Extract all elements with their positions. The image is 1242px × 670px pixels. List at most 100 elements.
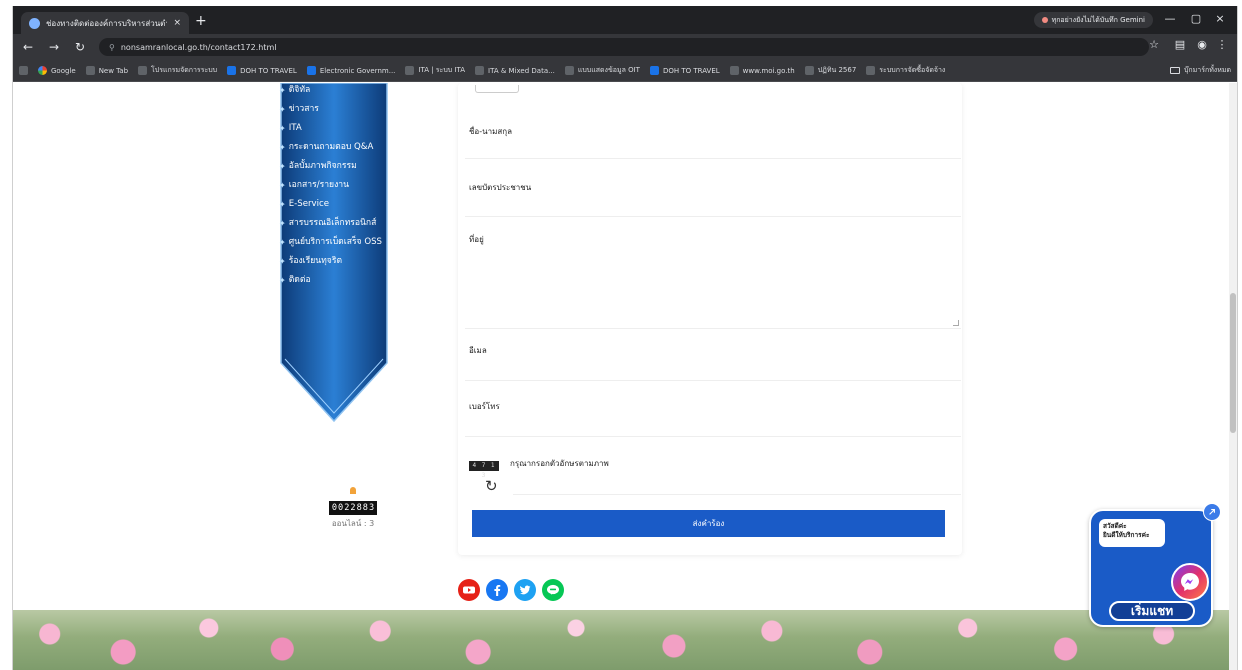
bookmark-icon bbox=[804, 66, 814, 75]
sidebar-item-complaint[interactable]: ✦ ร้องเรียนทุจริต bbox=[279, 256, 389, 267]
facebook-icon[interactable] bbox=[486, 579, 508, 601]
tab-title: ช่องทางติดต่อองค์การบริหารส่วนตำบล bbox=[46, 18, 168, 28]
tab-close-icon[interactable]: × bbox=[173, 18, 181, 28]
captcha-image: 4 7 1 3 bbox=[469, 461, 499, 479]
browser-toolbar: ← → ↻ ⚲ nonsamranlocal.go.th/contact172.… bbox=[13, 34, 1237, 60]
bookmark-item[interactable]: New Tab bbox=[85, 66, 128, 75]
id-card-input[interactable] bbox=[465, 195, 961, 217]
chat-greeting-bubble: สวัสดีค่ะ ยินดีให้บริการค่ะ bbox=[1099, 519, 1165, 547]
bookmark-item[interactable]: Google bbox=[38, 66, 76, 75]
bookmark-item[interactable]: ITA & Mixed Data... bbox=[475, 66, 555, 75]
diamond-bullet-icon: ✦ bbox=[279, 238, 286, 247]
id-card-label: เลขบัตรประชาชน bbox=[469, 183, 532, 192]
diamond-bullet-icon: ✦ bbox=[279, 276, 286, 285]
bookmark-item[interactable]: แบบแสดงข้อมูล OIT bbox=[564, 65, 640, 76]
sidebar-item-qa[interactable]: ✦ กระดานถามตอบ Q&A bbox=[279, 142, 389, 153]
scrollbar-thumb[interactable] bbox=[1230, 293, 1236, 433]
chat-minimize-button[interactable] bbox=[1203, 503, 1221, 521]
sidebar-item-news[interactable]: ✦ ข่าวสาร bbox=[279, 104, 389, 115]
bookmark-star-icon[interactable]: ☆ bbox=[1145, 38, 1163, 51]
bookmark-item[interactable]: Electronic Governm... bbox=[306, 66, 395, 75]
diamond-bullet-icon: ✦ bbox=[279, 162, 286, 171]
bookmark-icon bbox=[475, 66, 485, 75]
bookmark-item[interactable]: www.moi.go.th bbox=[729, 66, 795, 75]
phone-input[interactable] bbox=[465, 415, 961, 437]
bookmark-item[interactable]: โปรแกรมจัดการระบบ bbox=[138, 65, 217, 76]
side-panel-icon[interactable]: ▤ bbox=[1171, 38, 1189, 51]
diamond-bullet-icon: ✦ bbox=[279, 200, 286, 209]
diamond-bullet-icon: ✦ bbox=[279, 105, 286, 114]
counter-digits: 0 0 2 2 8 8 3 bbox=[328, 501, 378, 515]
profile-icon[interactable]: ◉ bbox=[1193, 38, 1211, 51]
folder-icon bbox=[1169, 67, 1180, 74]
back-arrow-icon[interactable]: ← bbox=[21, 40, 35, 54]
online-count: ออนไลน์ : 3 bbox=[331, 519, 375, 528]
address-textarea[interactable] bbox=[465, 249, 961, 329]
sidebar-item-contact[interactable]: ✦ ติดต่อ bbox=[279, 275, 389, 286]
address-bar[interactable]: ⚲ nonsamranlocal.go.th/contact172.html bbox=[99, 38, 1149, 56]
gemini-dot-icon bbox=[1041, 17, 1048, 23]
gemini-pill-label: ทุกอย่างยังไม่ได้บันทึก Gemini bbox=[1051, 16, 1145, 24]
bookmark-icon bbox=[138, 66, 148, 75]
bookmark-icon bbox=[85, 66, 95, 75]
minimize-button[interactable]: — bbox=[1159, 10, 1181, 28]
all-bookmarks-button[interactable]: บุ๊กมาร์กทั้งหมด bbox=[1169, 65, 1231, 76]
sidebar-item-eservice[interactable]: ✦ E-Service bbox=[279, 199, 389, 210]
address-url: nonsamranlocal.go.th/contact172.html bbox=[120, 42, 277, 52]
diamond-bullet-icon: ✦ bbox=[279, 86, 286, 95]
youtube-icon[interactable] bbox=[458, 579, 480, 601]
site-info-icon[interactable]: ⚲ bbox=[109, 43, 115, 52]
new-tab-button[interactable]: + bbox=[195, 12, 207, 30]
diamond-bullet-icon: ✦ bbox=[279, 124, 286, 133]
browser-tab[interactable]: ช่องทางติดต่อองค์การบริหารส่วนตำบล × bbox=[21, 12, 189, 34]
start-chat-button[interactable]: เริ่มแชท bbox=[1109, 601, 1195, 621]
email-input[interactable] bbox=[465, 359, 961, 381]
page-viewport: ✦ ดิจิทัล ✦ ข่าวสาร ✦ ITA ✦ กระดานถามตอบ Q&A… bbox=[13, 83, 1237, 670]
phone-label: เบอร์โทร bbox=[469, 402, 500, 411]
name-input[interactable] bbox=[465, 137, 961, 159]
social-icons bbox=[458, 579, 564, 601]
counter-figure-icon bbox=[350, 487, 356, 494]
gemini-pill[interactable]: ทุกอย่างยังไม่ได้บันทึก Gemini bbox=[1033, 12, 1153, 28]
bookmark-item[interactable]: ปฏิทิน 2567 bbox=[804, 65, 856, 76]
sidebar-item-esaraban[interactable]: ✦ สารบรรณอิเล็กทรอนิกส์ bbox=[279, 218, 389, 229]
resize-grip-icon[interactable] bbox=[953, 320, 959, 326]
sidebar-item-oss[interactable]: ✦ ศูนย์บริการเบ็ดเสร็จ OSS bbox=[279, 237, 389, 248]
form-top-tab bbox=[475, 85, 519, 93]
sidebar-item-gallery[interactable]: ✦ อัลบั้มภาพกิจกรรม bbox=[279, 161, 389, 172]
diamond-bullet-icon: ✦ bbox=[279, 257, 286, 266]
diamond-bullet-icon: ✦ bbox=[279, 181, 286, 190]
bookmark-item[interactable]: ระบบการจัดซื้อจัดจ้าง bbox=[866, 65, 945, 76]
browser-window: ช่องทางติดต่อองค์การบริหารส่วนตำบล × + ท… bbox=[12, 6, 1238, 670]
page-scrollbar[interactable] bbox=[1229, 83, 1237, 670]
bookmark-item[interactable]: ITA | ระบบ ITA bbox=[405, 65, 465, 76]
chat-widget[interactable]: สวัสดีค่ะ ยินดีให้บริการค่ะ เริ่มแชท bbox=[1083, 503, 1227, 631]
bookmark-item[interactable]: DOH TO TRAVEL bbox=[649, 66, 720, 75]
messenger-icon[interactable] bbox=[1171, 563, 1209, 601]
sidebar-item-ita[interactable]: ✦ ITA bbox=[279, 123, 389, 134]
reload-icon[interactable]: ↻ bbox=[73, 40, 87, 54]
captcha-input[interactable] bbox=[513, 475, 961, 495]
captcha-refresh-icon[interactable]: ↻ bbox=[485, 477, 498, 495]
bookmark-icon bbox=[306, 66, 316, 75]
google-icon bbox=[38, 66, 47, 75]
email-label: อีเมล bbox=[469, 346, 487, 355]
captcha-label: กรุณากรอกตัวอักษรตามภาพ bbox=[510, 459, 609, 468]
line-icon[interactable] bbox=[542, 579, 564, 601]
forward-arrow-icon[interactable]: → bbox=[47, 40, 61, 54]
menu-kebab-icon[interactable]: ⋮ bbox=[1213, 38, 1231, 51]
twitter-icon[interactable] bbox=[514, 579, 536, 601]
flower-footer-banner bbox=[13, 610, 1237, 670]
bookmark-icon bbox=[405, 66, 415, 75]
submit-button[interactable]: ส่งคำร้อง bbox=[472, 510, 945, 537]
chat-card[interactable]: สวัสดีค่ะ ยินดีให้บริการค่ะ เริ่มแชท bbox=[1089, 509, 1213, 627]
address-label: ที่อยู่ bbox=[469, 235, 484, 244]
bookmarks-bar: Google New Tab โปรแกรมจัดการระบบ DOH TO … bbox=[13, 60, 1237, 82]
apps-grid-icon[interactable] bbox=[19, 66, 28, 75]
site-favicon-icon bbox=[29, 17, 40, 29]
maximize-button[interactable]: ▢ bbox=[1185, 10, 1207, 28]
sidebar-item-digital[interactable]: ✦ ดิจิทัล bbox=[279, 85, 389, 96]
close-window-button[interactable]: × bbox=[1209, 10, 1231, 28]
bookmark-item[interactable]: DOH TO TRAVEL bbox=[227, 66, 297, 75]
sidebar-item-documents[interactable]: ✦ เอกสาร/รายงาน bbox=[279, 180, 389, 191]
